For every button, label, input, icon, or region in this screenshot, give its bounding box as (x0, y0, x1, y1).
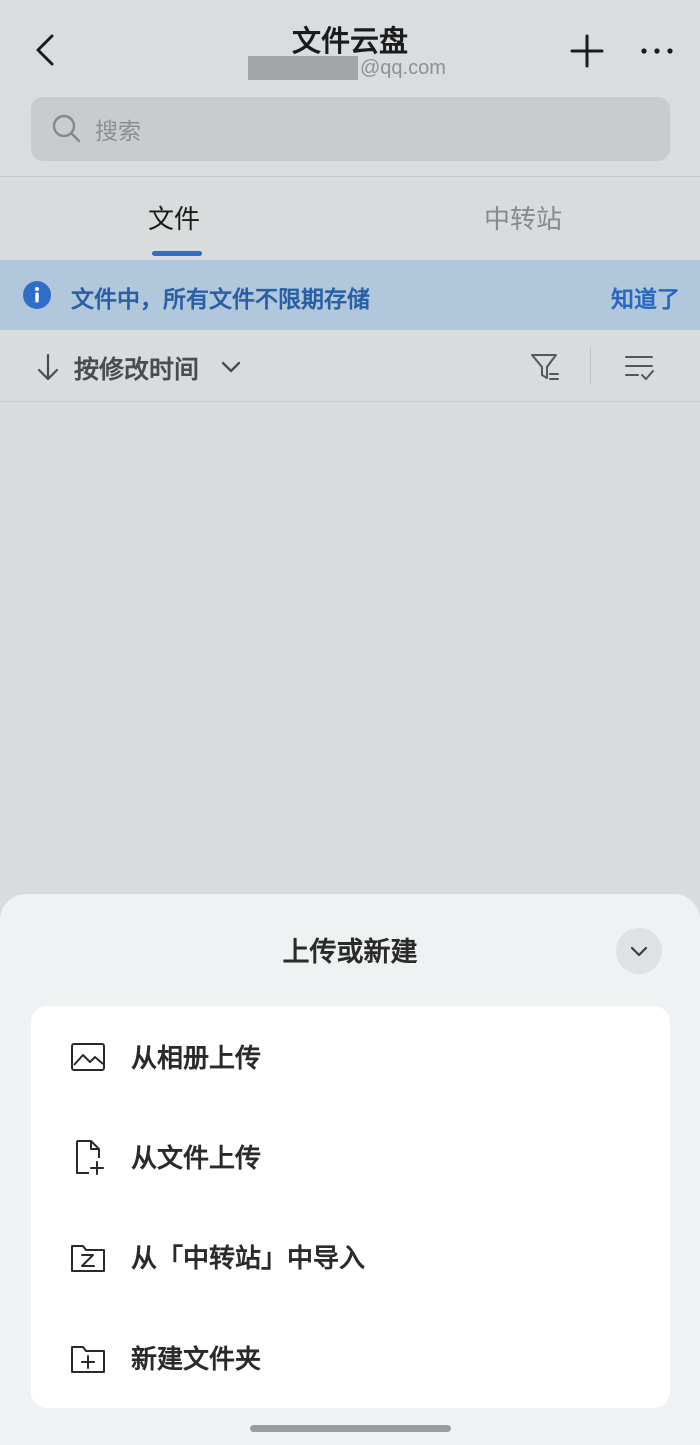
more-button[interactable] (638, 34, 676, 68)
chevron-down-icon[interactable] (220, 356, 242, 378)
create-folder[interactable]: 新建文件夹 (31, 1307, 670, 1407)
tab-files[interactable]: 文件 (148, 199, 200, 236)
upload-from-file[interactable]: 从文件上传 (31, 1106, 670, 1206)
notice-banner: 文件中，所有文件不限期存储 知道了 (0, 260, 700, 330)
info-icon (23, 281, 51, 309)
upload-sheet: 上传或新建 从相册上传 从文件上传 从「中转站」中导入 新建文件夹 (0, 894, 700, 1445)
search-placeholder: 搜索 (95, 119, 141, 145)
add-button[interactable] (568, 32, 606, 70)
transfer-folder-icon (71, 1245, 105, 1272)
notice-dismiss-button[interactable]: 知道了 (611, 280, 680, 314)
image-icon (71, 1043, 105, 1071)
filter-icon[interactable] (528, 350, 562, 384)
tab-transfer-station[interactable]: 中转站 (484, 199, 562, 236)
list-item-label: 从「中转站」中导入 (131, 1244, 366, 1274)
tab-bar: 文件 中转站 (0, 177, 700, 260)
toolbar-divider (590, 348, 591, 384)
list-item-label: 从文件上传 (131, 1144, 262, 1174)
select-list-icon[interactable] (622, 350, 656, 384)
home-indicator (250, 1425, 451, 1432)
list-item-label: 从相册上传 (131, 1044, 262, 1074)
collapse-sheet-button[interactable] (616, 928, 662, 974)
file-add-icon (76, 1140, 104, 1175)
sort-selector[interactable]: 按修改时间 (74, 350, 199, 386)
plus-icon (570, 34, 604, 68)
list-item-label: 新建文件夹 (131, 1345, 262, 1375)
action-list: 从相册上传 从文件上传 从「中转站」中导入 新建文件夹 (31, 1006, 670, 1408)
chevron-down-icon (630, 946, 648, 957)
sort-bar: 按修改时间 (0, 330, 700, 402)
import-from-transfer-station[interactable]: 从「中转站」中导入 (31, 1206, 670, 1306)
active-tab-indicator (152, 251, 202, 256)
sheet-title: 上传或新建 (282, 937, 418, 968)
account-domain: @qq.com (360, 56, 446, 79)
more-dots-icon (641, 48, 673, 54)
folder-add-icon (71, 1346, 105, 1373)
arrow-down-icon (37, 353, 59, 381)
divider (0, 401, 700, 402)
notice-text: 文件中，所有文件不限期存储 (71, 287, 370, 313)
account-label: @qq.com (248, 56, 446, 80)
upload-from-album[interactable]: 从相册上传 (31, 1006, 670, 1106)
search-input[interactable]: 搜索 (31, 97, 670, 161)
redacted-username (248, 56, 358, 80)
search-icon (52, 114, 81, 143)
top-bar: 文件云盘 @qq.com 搜索 (0, 0, 700, 176)
